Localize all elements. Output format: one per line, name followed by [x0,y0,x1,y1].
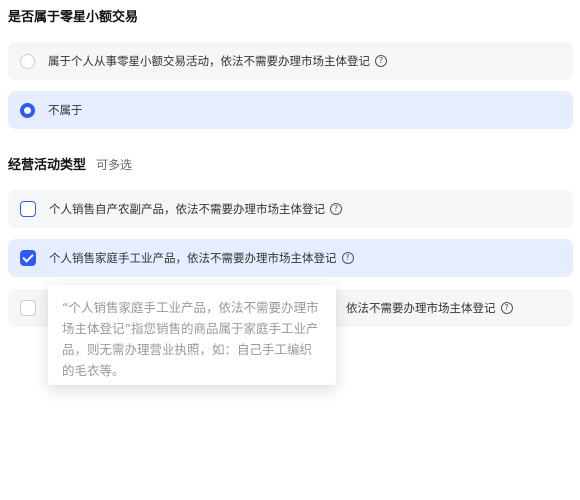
option-label: 个人销售自产农副产品，依法不需要办理市场主体登记 [49,202,325,216]
question-circle-icon[interactable]: ? [330,203,342,215]
section-title-text: 经营活动类型 [8,158,87,173]
checkbox[interactable] [20,300,36,316]
multi-select-hint: 可多选 [96,158,133,172]
option-label: 依法不需要办理市场主体登记 [346,301,496,315]
radio-button[interactable] [20,53,35,69]
checkbox-checked[interactable] [20,250,36,266]
option-agricultural-products[interactable]: 个人销售自产农副产品，依法不需要办理市场主体登记 ? [8,190,573,228]
option-label: 不属于 [48,103,83,117]
radio-button-checked[interactable] [20,102,35,118]
help-tooltip: “个人销售家庭手工业产品，依法不需要办理市场主体登记”指您销售的商品属于家庭手工… [48,285,336,385]
option-handicraft-products[interactable]: 个人销售家庭手工业产品，依法不需要办理市场主体登记 ? [8,239,573,277]
option-small-transaction-yes[interactable]: 属于个人从事零星小额交易活动，依法不需要办理市场主体登记 ? [8,42,573,80]
tooltip-text: “个人销售家庭手工业产品，依法不需要办理市场主体登记”指您销售的商品属于家庭手工… [62,300,319,378]
section-title-text: 是否属于零星小额交易 [8,10,139,25]
question-circle-icon[interactable]: ? [500,302,513,314]
option-small-transaction-no[interactable]: 不属于 [8,91,573,129]
section-title-business-type: 经营活动类型 可多选 [8,154,132,173]
option-label: 属于个人从事零星小额交易活动，依法不需要办理市场主体登记 [48,54,370,68]
question-circle-icon[interactable]: ? [375,55,387,67]
checkbox[interactable] [20,201,36,217]
section-title-small-transaction: 是否属于零星小额交易 [8,6,138,25]
option-label: 个人销售家庭手工业产品，依法不需要办理市场主体登记 [49,251,337,265]
question-circle-icon[interactable]: ? [341,252,354,264]
